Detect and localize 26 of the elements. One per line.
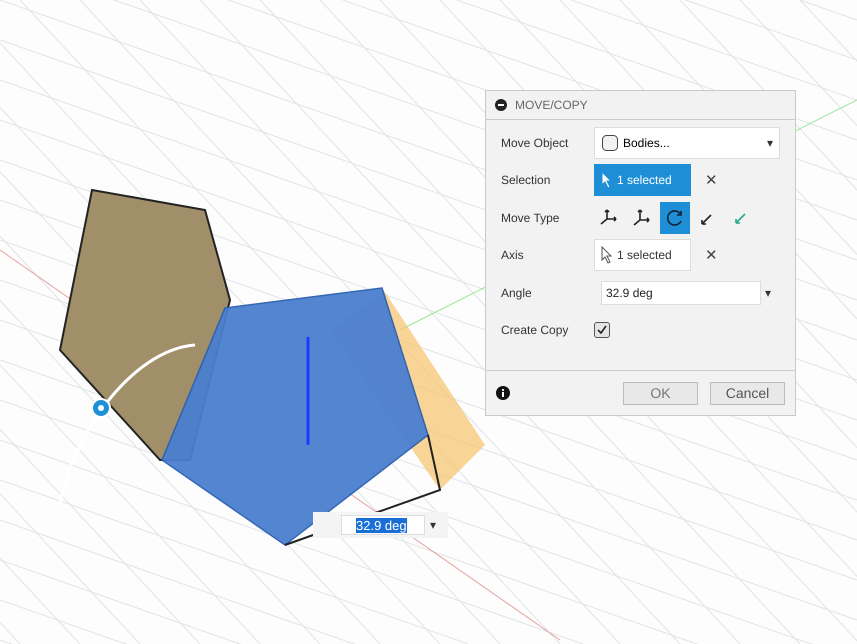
info-icon[interactable] (496, 386, 510, 400)
angle-field[interactable]: 32.9 deg (601, 280, 761, 305)
clear-button[interactable]: ✕ (701, 169, 722, 192)
field-label: Axis (501, 248, 525, 262)
field-label: Selection (501, 173, 552, 188)
field-label: Create Copy (501, 323, 570, 338)
cursor-icon (601, 246, 613, 264)
selection-button[interactable]: 1 selected (594, 239, 691, 272)
collapse-icon[interactable] (495, 99, 507, 111)
selection-button[interactable]: 1 selected (594, 164, 691, 196)
move-object-dropdown[interactable]: Bodies... ▾ (594, 126, 780, 159)
dialog-button[interactable]: Cancel (710, 382, 785, 404)
create-copy-checkbox[interactable] (594, 322, 610, 338)
field-label: Move Type (501, 210, 560, 225)
field-label: Angle (501, 286, 533, 300)
dropdown-caret[interactable]: ▾ (430, 518, 436, 532)
dropdown-caret[interactable]: ▾ (765, 286, 771, 300)
dialog-button[interactable]: OK (623, 382, 698, 404)
rotation-handle-icon[interactable] (91, 398, 111, 418)
cursor-icon (601, 171, 613, 190)
body-icon (601, 134, 619, 152)
angle-input[interactable]: 32.9 deg (341, 515, 425, 535)
clear-button[interactable]: ✕ (701, 244, 722, 266)
checkmark-icon (596, 324, 608, 336)
dialog-title: MOVE/COPY (515, 98, 588, 112)
field-label: Move Object (501, 136, 570, 150)
